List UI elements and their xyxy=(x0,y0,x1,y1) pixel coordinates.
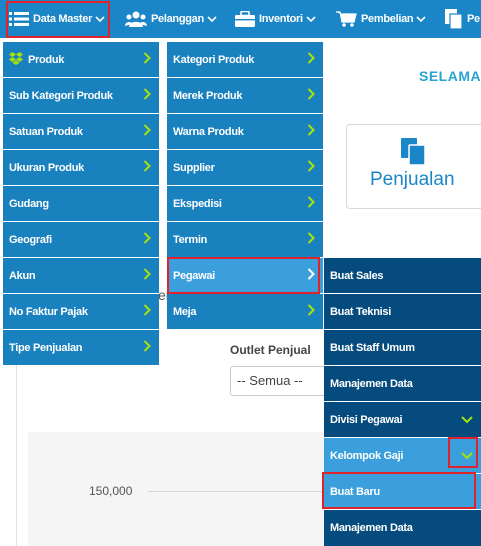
chevron-right-icon xyxy=(143,304,151,319)
users-icon xyxy=(125,11,147,27)
dropbox-icon xyxy=(9,52,23,68)
welcome-heading: SELAMA xyxy=(419,68,481,84)
chevron-right-icon xyxy=(143,124,151,139)
menu-item-sub-kategori-produk[interactable]: Sub Kategori Produk xyxy=(3,78,159,113)
outlet-label: Outlet Penjual xyxy=(230,343,311,357)
chevron-right-icon xyxy=(307,160,315,175)
chevron-down-icon xyxy=(306,15,316,23)
menu-item-akun[interactable]: Akun xyxy=(3,258,159,293)
menu-item-merek-produk[interactable]: Merek Produk xyxy=(167,78,323,113)
list-icon xyxy=(9,12,29,26)
menu-item-buat-staff-umum[interactable]: Buat Staff Umum xyxy=(324,330,481,365)
menu-label: Produk xyxy=(28,53,65,66)
chart-area xyxy=(28,432,328,546)
menu-label: Kelompok Gaji xyxy=(330,449,404,462)
outlet-select[interactable]: -- Semua -- xyxy=(230,366,330,396)
menu-item-termin[interactable]: Termin xyxy=(167,222,323,257)
menu-label: Buat Staff Umum xyxy=(330,341,415,354)
menu-label: Supplier xyxy=(173,161,215,174)
documents-icon xyxy=(445,9,463,29)
menu-label: Satuan Produk xyxy=(9,125,83,138)
gridline xyxy=(148,491,328,492)
chevron-right-icon xyxy=(307,88,315,103)
menu-label: Tipe Penjualan xyxy=(9,341,83,354)
menu-label: Akun xyxy=(9,269,36,282)
menu-item-meja[interactable]: Meja xyxy=(167,294,323,329)
menu-item-buat-teknisi[interactable]: Buat Teknisi xyxy=(324,294,481,329)
menu-item-tipe-penjualan[interactable]: Tipe Penjualan xyxy=(3,330,159,365)
menu-item-buat-sales[interactable]: Buat Sales xyxy=(324,258,481,293)
menu-item-kelompok-gaji[interactable]: Kelompok Gaji xyxy=(324,438,481,473)
chevron-down-icon xyxy=(95,15,105,23)
menu-label: Meja xyxy=(173,305,197,318)
copy-document-icon xyxy=(401,138,427,171)
menu-label: Pegawai xyxy=(173,269,215,282)
chevron-right-icon xyxy=(307,196,315,211)
menu-label: No Faktur Pajak xyxy=(9,305,88,318)
chevron-right-icon xyxy=(307,268,315,283)
nav-label: Pe xyxy=(467,13,480,25)
menu-label: Sub Kategori Produk xyxy=(9,89,113,102)
chevron-right-icon xyxy=(143,268,151,283)
menu-label: Ukuran Produk xyxy=(9,161,84,174)
nav-label: Pembelian xyxy=(361,13,414,25)
chevron-right-icon xyxy=(307,52,315,67)
menu-item-warna-produk[interactable]: Warna Produk xyxy=(167,114,323,149)
menu-item-geografi[interactable]: Geografi xyxy=(3,222,159,257)
menu-item-kategori-produk[interactable]: Kategori Produk xyxy=(167,42,323,77)
nav-label: Pelanggan xyxy=(151,13,204,25)
menu-label: Buat Baru xyxy=(330,485,380,498)
penjualan-label: Penjualan xyxy=(370,169,455,190)
chevron-right-icon xyxy=(307,124,315,139)
menu-item-ukuran-produk[interactable]: Ukuran Produk xyxy=(3,150,159,185)
chevron-right-icon xyxy=(143,340,151,355)
cart-icon xyxy=(336,11,357,27)
menu-item-manajemen-data-gaji[interactable]: Manajemen Data xyxy=(324,510,481,546)
chevron-down-icon[interactable] xyxy=(461,451,473,463)
nav-label: Data Master xyxy=(33,13,93,25)
menu-label: Kategori Produk xyxy=(173,53,255,66)
nav-data-master[interactable]: Data Master xyxy=(9,0,105,38)
chevron-right-icon xyxy=(143,52,151,67)
chevron-right-icon xyxy=(307,232,315,247)
briefcase-icon xyxy=(235,11,255,27)
divider xyxy=(16,342,17,546)
menu-label: Warna Produk xyxy=(173,125,244,138)
menu-item-satuan-produk[interactable]: Satuan Produk xyxy=(3,114,159,149)
menu-item-pegawai[interactable]: Pegawai xyxy=(167,258,323,293)
menu-label: Manajemen Data xyxy=(330,377,413,390)
chevron-down-icon xyxy=(416,15,426,23)
menu-label: Termin xyxy=(173,233,208,246)
nav-label: Inventori xyxy=(259,13,303,25)
menu-item-ekspedisi[interactable]: Ekspedisi xyxy=(167,186,323,221)
menu-label: Gudang xyxy=(9,197,49,210)
menu-item-supplier[interactable]: Supplier xyxy=(167,150,323,185)
menu-label: Merek Produk xyxy=(173,89,243,102)
menu-item-no-faktur-pajak[interactable]: No Faktur Pajak xyxy=(3,294,159,329)
chevron-down-icon xyxy=(207,15,217,23)
menu-item-buat-baru[interactable]: Buat Baru xyxy=(324,474,481,509)
top-navbar: Data Master Pelanggan Inventori Pembelia… xyxy=(0,0,481,38)
nav-pe[interactable]: Pe xyxy=(445,0,480,38)
nav-inventori[interactable]: Inventori xyxy=(235,0,316,38)
chevron-right-icon xyxy=(143,88,151,103)
menu-label: Manajemen Data xyxy=(330,522,413,534)
chevron-right-icon xyxy=(143,232,151,247)
chevron-right-icon xyxy=(143,160,151,175)
chevron-right-icon xyxy=(307,304,315,319)
menu-label: Divisi Pegawai xyxy=(330,413,403,426)
menu-item-produk[interactable]: Produk xyxy=(3,42,159,77)
nav-pelanggan[interactable]: Pelanggan xyxy=(125,0,217,38)
menu-label: Ekspedisi xyxy=(173,197,222,210)
menu-label: Buat Teknisi xyxy=(330,305,391,318)
y-tick-label: 150,000 xyxy=(89,484,133,498)
nav-pembelian[interactable]: Pembelian xyxy=(336,0,426,38)
menu-label: Buat Sales xyxy=(330,269,384,282)
menu-label: Geografi xyxy=(9,233,52,246)
menu-item-divisi-pegawai[interactable]: Divisi Pegawai xyxy=(324,402,481,437)
chevron-down-icon xyxy=(461,415,473,427)
menu-item-gudang[interactable]: Gudang xyxy=(3,186,159,221)
penjualan-card[interactable]: Penjualan xyxy=(346,124,481,209)
menu-item-manajemen-data[interactable]: Manajemen Data xyxy=(324,366,481,401)
